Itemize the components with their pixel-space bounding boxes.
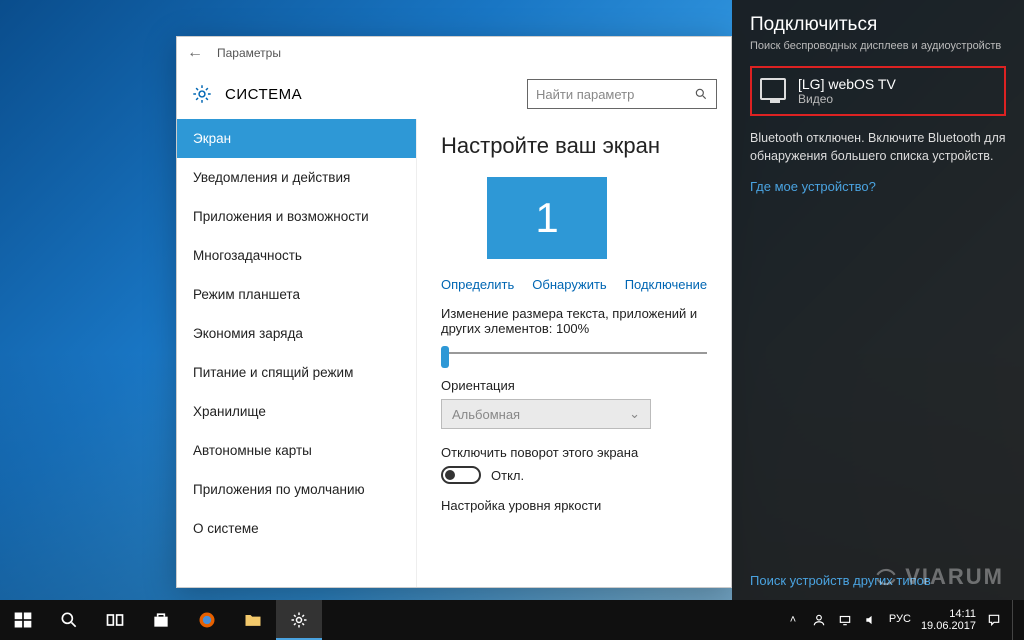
sidebar-item-multitasking[interactable]: Многозадачность <box>177 236 416 275</box>
desktop: ← Параметры СИСТЕМА Найти параметр Экран… <box>0 0 1024 640</box>
window-title: Параметры <box>217 46 281 60</box>
search-icon <box>59 610 79 630</box>
orientation-label: Ориентация <box>441 378 707 393</box>
link-identify[interactable]: Определить <box>441 277 514 292</box>
orientation-value: Альбомная <box>452 407 520 422</box>
sidebar-item-notifications[interactable]: Уведомления и действия <box>177 158 416 197</box>
taskbar-firefox[interactable] <box>184 600 230 640</box>
tray-chevron-up-icon[interactable]: ˄ <box>785 612 801 628</box>
watermark: VIARUM <box>873 564 1004 590</box>
folder-icon <box>243 610 263 630</box>
tray-people-icon[interactable] <box>811 612 827 628</box>
sidebar-item-maps[interactable]: Автономные карты <box>177 431 416 470</box>
tray-network-icon[interactable] <box>837 612 853 628</box>
sidebar-item-apps[interactable]: Приложения и возможности <box>177 197 416 236</box>
sidebar: Экран Уведомления и действия Приложения … <box>177 119 417 587</box>
rotation-lock-toggle[interactable] <box>441 466 481 484</box>
connect-subtitle: Поиск беспроводных дисплеев и аудиоустро… <box>750 40 1006 52</box>
tray-volume-icon[interactable] <box>863 612 879 628</box>
device-item[interactable]: [LG] webOS TV Видео <box>750 66 1006 116</box>
taskbar-settings[interactable] <box>276 600 322 640</box>
page-title: СИСТЕМА <box>225 86 302 103</box>
content-pane: Настройте ваш экран 1 Определить Обнаруж… <box>417 119 731 587</box>
gear-icon <box>289 610 309 630</box>
connect-title: Подключиться <box>750 14 1006 36</box>
search-icon <box>694 87 708 101</box>
language-indicator[interactable]: РУС <box>889 614 911 626</box>
tv-icon <box>760 78 786 100</box>
monitor-number: 1 <box>535 194 558 242</box>
device-type: Видео <box>798 92 896 106</box>
header-row: СИСТЕМА Найти параметр <box>177 69 731 119</box>
scale-slider[interactable] <box>441 344 707 362</box>
rotation-lock-label: Отключить поворот этого экрана <box>441 445 707 460</box>
bluetooth-message: Bluetooth отключен. Включите Bluetooth д… <box>750 130 1006 165</box>
chevron-down-icon: ⌄ <box>629 406 640 422</box>
brightness-label: Настройка уровня яркости <box>441 498 707 513</box>
taskview-button[interactable] <box>92 600 138 640</box>
sidebar-item-storage[interactable]: Хранилище <box>177 392 416 431</box>
action-center-icon[interactable] <box>986 612 1002 628</box>
gear-icon <box>191 83 213 105</box>
link-wireless-display[interactable]: Подключение к беспроводному дисплею <box>625 277 707 292</box>
settings-window: ← Параметры СИСТЕМА Найти параметр Экран… <box>176 36 732 588</box>
sidebar-item-power[interactable]: Питание и спящий режим <box>177 353 416 392</box>
store-icon <box>151 610 171 630</box>
scale-label: Изменение размера текста, приложений и д… <box>441 306 707 336</box>
windows-icon <box>13 610 33 630</box>
rotation-lock-state: Откл. <box>491 468 524 483</box>
taskbar-folder[interactable] <box>230 600 276 640</box>
clock-date: 19.06.2017 <box>921 620 976 632</box>
taskbar-store[interactable] <box>138 600 184 640</box>
titlebar: ← Параметры <box>177 37 731 69</box>
search-button[interactable] <box>46 600 92 640</box>
clock-time: 14:11 <box>921 608 976 620</box>
content-heading: Настройте ваш экран <box>441 133 707 159</box>
search-placeholder: Найти параметр <box>536 87 634 102</box>
link-detect[interactable]: Обнаружить <box>532 277 606 292</box>
connect-panel: Подключиться Поиск беспроводных дисплеев… <box>732 0 1024 600</box>
device-name: [LG] webOS TV <box>798 76 896 92</box>
sidebar-item-about[interactable]: О системе <box>177 509 416 548</box>
sidebar-item-defaults[interactable]: Приложения по умолчанию <box>177 470 416 509</box>
monitor-preview[interactable]: 1 <box>487 177 607 259</box>
start-button[interactable] <box>0 600 46 640</box>
search-input[interactable]: Найти параметр <box>527 79 717 109</box>
show-desktop-button[interactable] <box>1012 600 1018 640</box>
clock[interactable]: 14:11 19.06.2017 <box>921 608 976 632</box>
firefox-icon <box>197 610 217 630</box>
taskview-icon <box>105 610 125 630</box>
orientation-select[interactable]: Альбомная ⌄ <box>441 399 651 429</box>
sidebar-item-tablet[interactable]: Режим планшета <box>177 275 416 314</box>
sidebar-item-battery[interactable]: Экономия заряда <box>177 314 416 353</box>
taskbar: ˄ РУС 14:11 19.06.2017 <box>0 600 1024 640</box>
sidebar-item-display[interactable]: Экран <box>177 119 416 158</box>
back-button[interactable]: ← <box>187 44 203 62</box>
where-device-link[interactable]: Где мое устройство? <box>750 179 1006 194</box>
